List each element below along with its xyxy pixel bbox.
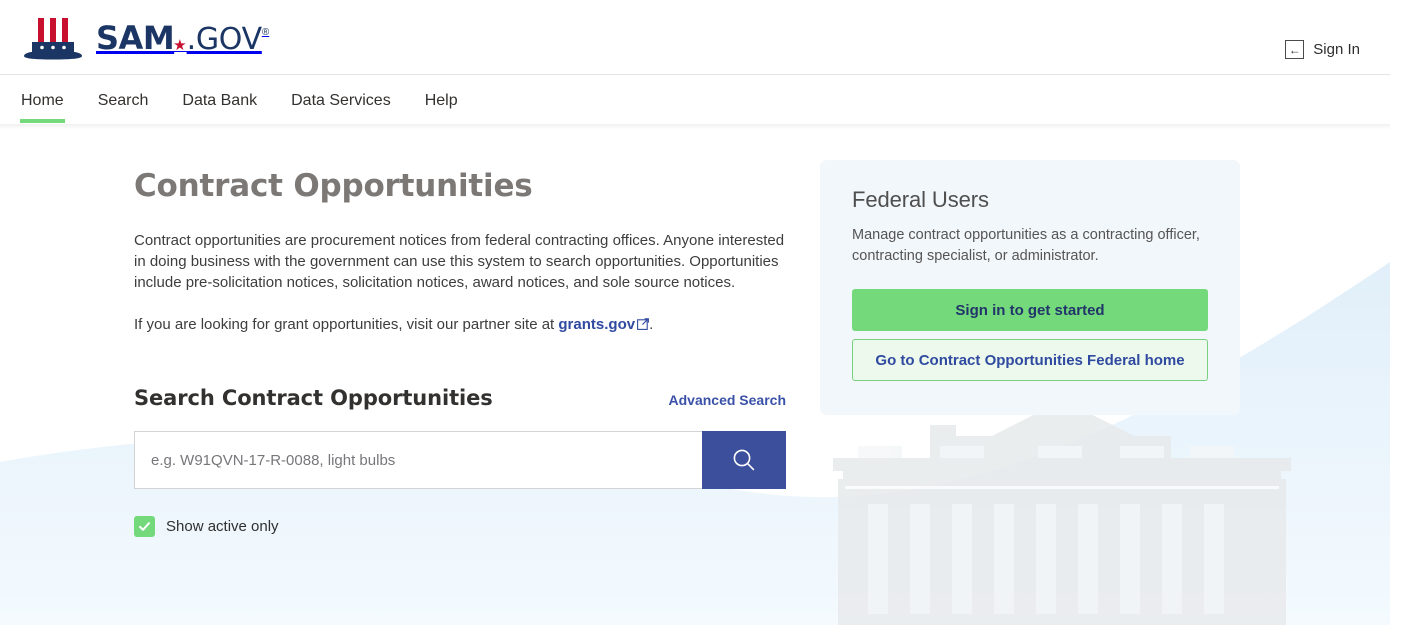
search-bar xyxy=(134,431,786,489)
sam-gov-logo[interactable]: SAM★.GOV® xyxy=(22,14,269,60)
site-header: SAM★.GOV® ← Sign In xyxy=(0,0,1390,75)
search-section-title: Search Contract Opportunities xyxy=(134,386,493,410)
intro-paragraph-1: Contract opportunities are procurement n… xyxy=(134,231,786,293)
grants-gov-link[interactable]: grants.gov xyxy=(558,316,649,333)
page-root: SAM★.GOV® ← Sign In Home Search Data Ban… xyxy=(0,0,1410,625)
federal-users-description: Manage contract opportunities as a contr… xyxy=(852,225,1208,267)
page-canvas: SAM★.GOV® ← Sign In Home Search Data Ban… xyxy=(0,0,1390,625)
intro-paragraph-2: If you are looking for grant opportuniti… xyxy=(134,315,786,336)
sign-in-arrow-icon: ← xyxy=(1285,40,1304,59)
search-button[interactable] xyxy=(702,431,786,489)
federal-users-card: Federal Users Manage contract opportunit… xyxy=(820,160,1240,415)
nav-item-search[interactable]: Search xyxy=(97,76,150,124)
nav-item-help[interactable]: Help xyxy=(424,76,459,124)
advanced-search-link[interactable]: Advanced Search xyxy=(669,392,787,408)
logo-registered-mark: ® xyxy=(262,27,269,38)
grants-intro-text: If you are looking for grant opportuniti… xyxy=(134,316,558,333)
search-icon xyxy=(731,447,757,473)
uncle-sam-hat-icon xyxy=(22,16,94,60)
logo-sam-text: SAM xyxy=(96,19,174,57)
nav-item-data-bank[interactable]: Data Bank xyxy=(181,76,258,124)
nav-list: Home Search Data Bank Data Services Help xyxy=(0,76,1390,124)
external-link-icon xyxy=(637,318,649,330)
nav-item-home[interactable]: Home xyxy=(20,76,65,124)
nav-item-data-services[interactable]: Data Services xyxy=(290,76,392,124)
sign-in-to-get-started-button[interactable]: Sign in to get started xyxy=(852,289,1208,331)
show-active-only-checkbox[interactable]: Show active only xyxy=(134,516,279,537)
search-input[interactable] xyxy=(134,431,702,489)
sign-in-button[interactable]: ← Sign In xyxy=(1285,40,1360,59)
show-active-only-label: Show active only xyxy=(166,518,279,535)
logo-star-icon: ★ xyxy=(173,36,186,54)
logo-gov-text: .GOV xyxy=(187,22,262,57)
checkbox-box[interactable] xyxy=(134,516,155,537)
logo-wordmark: SAM★.GOV® xyxy=(96,19,269,57)
search-section-header: Search Contract Opportunities Advanced S… xyxy=(134,386,786,410)
grants-outro-text: . xyxy=(649,316,653,333)
go-to-federal-home-button[interactable]: Go to Contract Opportunities Federal hom… xyxy=(852,339,1208,381)
grants-gov-link-label: grants.gov xyxy=(558,316,635,333)
federal-users-title: Federal Users xyxy=(852,187,1208,213)
sign-in-label: Sign In xyxy=(1313,41,1360,58)
main-navigation: Home Search Data Bank Data Services Help xyxy=(0,76,1390,124)
left-column: Contract Opportunities Contract opportun… xyxy=(134,168,794,537)
main-content: Contract Opportunities Contract opportun… xyxy=(0,124,1390,625)
page-title: Contract Opportunities xyxy=(134,168,794,205)
checkmark-icon xyxy=(138,520,151,533)
